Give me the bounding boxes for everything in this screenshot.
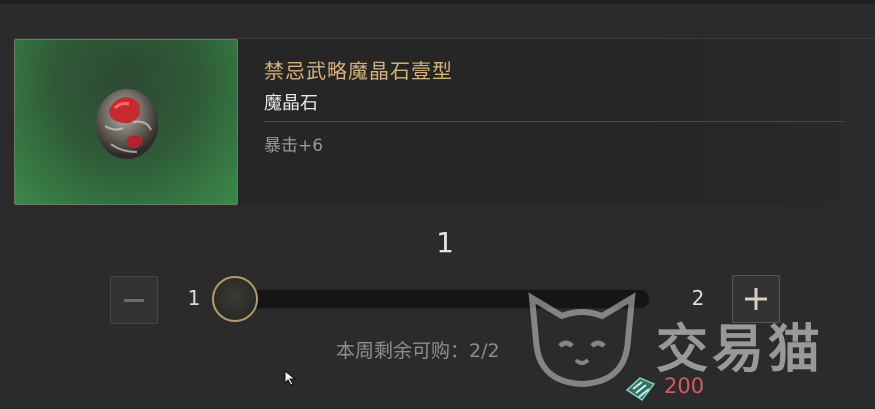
quantity-value: 1 [436,226,454,259]
item-name: 禁忌武略魔晶石壹型 [264,59,453,83]
item-stat: 暴击+6 [264,136,324,156]
magic-crystal-icon [96,89,158,159]
mouse-cursor-icon [284,370,297,386]
item-type: 魔晶石 [264,93,318,114]
cat-logo-icon [528,292,636,388]
watermark-text: 交易猫 [656,320,825,380]
minus-icon [124,299,144,302]
item-thumbnail [14,39,238,205]
slider-min-label: 1 [187,286,201,310]
weekly-remaining-text: 本周剩余可购：2/2 [336,340,500,362]
top-border [0,0,875,4]
divider [264,121,844,122]
quantity-slider-handle[interactable] [212,276,258,322]
item-card: 禁忌武略魔晶石壹型 魔晶石 暴击+6 [14,38,875,205]
decrease-button[interactable] [110,276,158,324]
